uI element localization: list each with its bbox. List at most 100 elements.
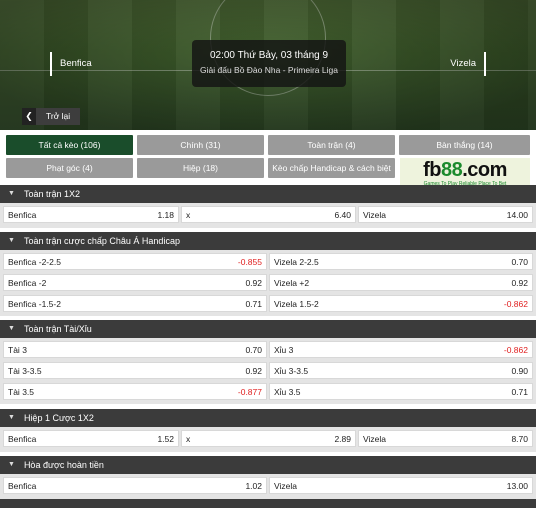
selection-label: Vizela 1.5-2 (274, 298, 319, 309)
section-header-first-half-1x2[interactable]: ▼ Hiệp 1 Cược 1X2 (0, 409, 536, 427)
odds-row: Benfica 1.18 x 6.40 Vizela 14.00 (3, 206, 533, 223)
section-body-handicap: Benfica -2-2.5 -0.855 Vizela 2-2.5 0.70 … (0, 250, 536, 316)
odd-value: 1.02 (245, 480, 262, 491)
selection-label: x (186, 209, 191, 220)
selection-label: Tài 3-3.5 (8, 365, 42, 376)
odd-value: 14.00 (506, 209, 528, 220)
section-header-over-under[interactable]: ▼ Toàn trận Tài/Xỉu (0, 320, 536, 338)
caret-down-icon: ▼ (8, 461, 15, 468)
odds-cell-under[interactable]: Xỉu 3-3.5 0.90 (269, 362, 533, 379)
odd-value: 2.89 (334, 433, 351, 444)
odds-cell-home[interactable]: Benfica -2-2.5 -0.855 (3, 253, 267, 270)
odd-value: 13.00 (506, 480, 528, 491)
section-header-draw-no-bet[interactable]: ▼ Hòa được hoàn tiền (0, 456, 536, 474)
filter-handicap[interactable]: Kèo chấp Handicap & cách biệt (3) (268, 158, 395, 193)
odd-value: 0.90 (511, 365, 528, 376)
odd-value: -0.862 (503, 344, 528, 355)
section-title: Toàn trận cược chấp Châu Á Handicap (23, 236, 180, 246)
odd-value: 0.92 (245, 365, 262, 376)
match-info-box: 02:00 Thứ Bảy, 03 tháng 9 Giải đấu Bồ Đà… (192, 40, 346, 87)
selection-label: Vizela (363, 433, 386, 444)
odd-value: 1.18 (157, 209, 174, 220)
filter-corners[interactable]: Phạt góc (4) (6, 158, 133, 178)
section-body-first-half-1x2: Benfica 1.52 x 2.89 Vizela 8.70 (0, 427, 536, 452)
section-body-draw-no-bet: Benfica 1.02 Vizela 13.00 (0, 474, 536, 499)
section-header-1x2[interactable]: ▼ Toàn trận 1X2 (0, 185, 536, 203)
odd-value: 1.52 (157, 433, 174, 444)
selection-label: Vizela 2-2.5 (274, 256, 319, 267)
filter-all[interactable]: Tất cả kèo (106) (6, 135, 133, 155)
odds-cell-home[interactable]: Benfica -1.5-2 0.71 (3, 295, 267, 312)
odds-cell-away[interactable]: Vizela 8.70 (358, 430, 533, 447)
caret-down-icon: ▼ (8, 325, 15, 332)
logo-wordmark: fb88.com (423, 158, 507, 181)
next-section-header (0, 499, 536, 508)
odds-row: Benfica 1.02 Vizela 13.00 (3, 477, 533, 494)
section-body-1x2: Benfica 1.18 x 6.40 Vizela 14.00 (0, 203, 536, 228)
selection-label: Vizela (274, 480, 297, 491)
filter-goals[interactable]: Bàn thắng (14) (399, 135, 530, 155)
section-body-over-under: Tài 3 0.70 Xỉu 3 -0.862 Tài 3-3.5 0.92 X… (0, 338, 536, 404)
odds-cell-draw[interactable]: x 6.40 (181, 206, 356, 223)
odds-row: Benfica -2-2.5 -0.855 Vizela 2-2.5 0.70 (3, 253, 533, 270)
match-banner: Benfica Vizela 02:00 Thứ Bảy, 03 tháng 9… (0, 0, 536, 130)
odd-value: 0.71 (245, 298, 262, 309)
filter-full-time[interactable]: Toàn trận (4) (268, 135, 395, 155)
away-team-name: Vizela (450, 52, 486, 76)
filter-half[interactable]: Hiệp (18) (137, 158, 264, 178)
odds-cell-away[interactable]: Vizela +2 0.92 (269, 274, 533, 291)
selection-label: Vizela (363, 209, 386, 220)
section-title: Hiệp 1 Cược 1X2 (23, 413, 94, 423)
odds-cell-away[interactable]: Vizela 1.5-2 -0.862 (269, 295, 533, 312)
back-button-label: Trở lại (36, 108, 81, 125)
home-team-name: Benfica (50, 52, 92, 76)
odd-value: 0.70 (511, 256, 528, 267)
selection-label: Tài 3.5 (8, 386, 35, 397)
odds-cell-home[interactable]: Benfica 1.02 (3, 477, 267, 494)
odds-cell-under[interactable]: Xỉu 3.5 0.71 (269, 383, 533, 400)
selection-label: Benfica -2-2.5 (8, 256, 61, 267)
filter-main[interactable]: Chính (31) (137, 135, 264, 155)
section-title: Hòa được hoàn tiền (23, 460, 104, 470)
fb88-logo[interactable]: fb88.com Games To Play Reliable Place To… (400, 158, 530, 188)
caret-down-icon: ▼ (8, 237, 15, 244)
odds-cell-away[interactable]: Vizela 2-2.5 0.70 (269, 253, 533, 270)
back-button[interactable]: ❮ Trở lại (22, 108, 81, 125)
selection-label: Benfica (8, 480, 37, 491)
odds-cell-away[interactable]: Vizela 14.00 (358, 206, 533, 223)
match-league: Giải đấu Bồ Đào Nha - Primeira Liga (200, 65, 338, 75)
odds-row: Tài 3-3.5 0.92 Xỉu 3-3.5 0.90 (3, 362, 533, 379)
odds-cell-home[interactable]: Benfica 1.18 (3, 206, 179, 223)
odds-row: Benfica -2 0.92 Vizela +2 0.92 (3, 274, 533, 291)
selection-label: Xỉu 3 (274, 344, 294, 355)
selection-label: Vizela +2 (274, 277, 310, 288)
selection-label: x (186, 433, 191, 444)
odds-cell-over[interactable]: Tài 3.5 -0.877 (3, 383, 267, 400)
odds-cell-under[interactable]: Xỉu 3 -0.862 (269, 341, 533, 358)
section-title: Toàn trận 1X2 (23, 189, 80, 199)
odd-value: 0.71 (511, 386, 528, 397)
odds-cell-away[interactable]: Vizela 13.00 (269, 477, 533, 494)
selection-label: Tài 3 (8, 344, 27, 355)
odds-row: Benfica -1.5-2 0.71 Vizela 1.5-2 -0.862 (3, 295, 533, 312)
odd-value: 0.92 (245, 277, 262, 288)
odd-value: -0.862 (503, 298, 528, 309)
odds-row: Tài 3 0.70 Xỉu 3 -0.862 (3, 341, 533, 358)
odds-cell-draw[interactable]: x 2.89 (181, 430, 356, 447)
selection-label: Benfica -2 (8, 277, 47, 288)
section-header-handicap[interactable]: ▼ Toàn trận cược chấp Châu Á Handicap (0, 232, 536, 250)
odds-cell-home[interactable]: Benfica 1.52 (3, 430, 179, 447)
odds-cell-home[interactable]: Benfica -2 0.92 (3, 274, 267, 291)
caret-down-icon: ▼ (8, 414, 15, 421)
odd-value: 0.70 (245, 344, 262, 355)
odd-value: -0.877 (237, 386, 262, 397)
odds-row: Benfica 1.52 x 2.89 Vizela 8.70 (3, 430, 533, 447)
odds-cell-over[interactable]: Tài 3 0.70 (3, 341, 267, 358)
match-datetime: 02:00 Thứ Bảy, 03 tháng 9 (209, 50, 329, 61)
odd-value: 6.40 (334, 209, 351, 220)
chevron-left-icon: ❮ (22, 108, 36, 125)
selection-label: Benfica -1.5-2 (8, 298, 61, 309)
odds-cell-over[interactable]: Tài 3-3.5 0.92 (3, 362, 267, 379)
odd-value: 0.92 (511, 277, 528, 288)
section-title: Toàn trận Tài/Xỉu (23, 324, 92, 334)
